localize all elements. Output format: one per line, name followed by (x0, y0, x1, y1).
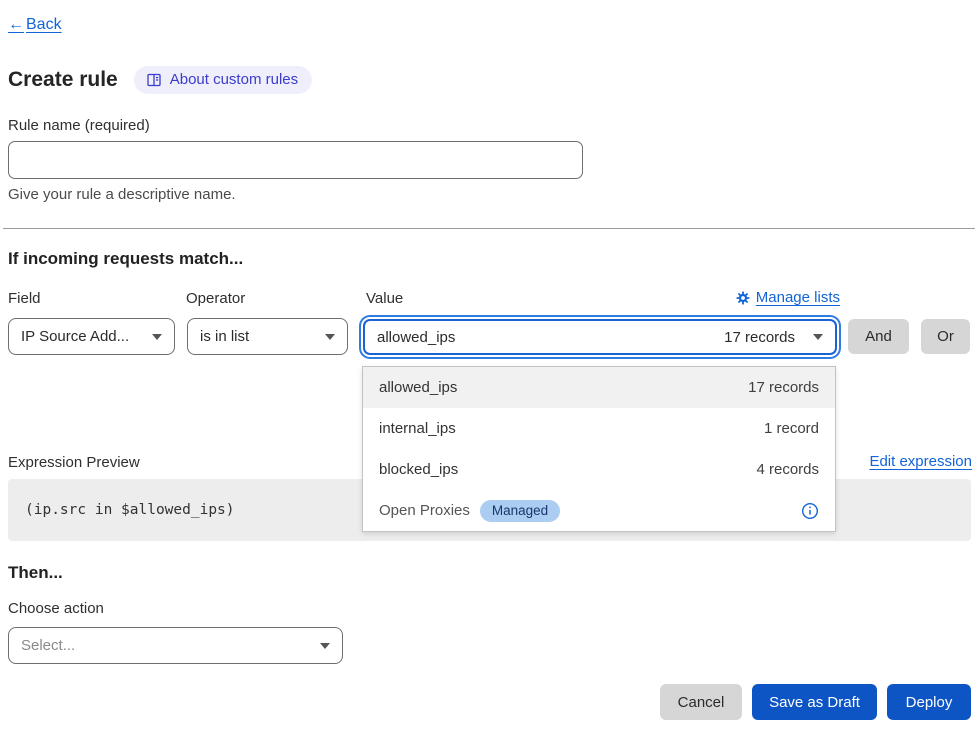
list-option-allowed-ips[interactable]: allowed_ips 17 records (363, 367, 835, 408)
create-rule-page: ← Back Create rule About custom rules Ru… (0, 0, 979, 739)
action-select-placeholder: Select... (21, 637, 75, 654)
back-label: Back (26, 16, 62, 34)
rule-name-label: Rule name (required) (8, 117, 150, 134)
about-custom-rules-link[interactable]: About custom rules (134, 66, 312, 94)
cancel-button[interactable]: Cancel (660, 684, 742, 720)
value-select-value: allowed_ips (377, 329, 455, 346)
value-label: Value (366, 290, 403, 307)
save-as-draft-button[interactable]: Save as Draft (752, 684, 877, 720)
expression-preview-label: Expression Preview (8, 454, 140, 471)
expression-code: (ip.src in $allowed_ips) (25, 502, 235, 518)
section-divider (3, 228, 975, 229)
book-icon (146, 72, 162, 88)
list-option-open-proxies[interactable]: Open Proxies Managed (363, 490, 835, 531)
back-link[interactable]: ← Back (8, 16, 62, 34)
page-title: Create rule (8, 68, 118, 92)
rule-name-helper: Give your rule a descriptive name. (8, 186, 236, 203)
list-option-name: Open Proxies (379, 502, 470, 519)
edit-expression-link[interactable]: Edit expression (869, 453, 972, 470)
action-select[interactable]: Select... (8, 627, 343, 664)
operator-select-value: is in list (200, 328, 249, 345)
match-section-heading: If incoming requests match... (8, 249, 243, 269)
back-arrow-icon: ← (8, 16, 24, 34)
list-option-internal-ips[interactable]: internal_ips 1 record (363, 408, 835, 449)
operator-label: Operator (186, 290, 245, 307)
manage-lists-label: Manage lists (756, 289, 840, 306)
field-select[interactable]: IP Source Add... (8, 318, 175, 355)
title-row: Create rule About custom rules (8, 66, 312, 94)
list-option-name: allowed_ips (379, 379, 457, 396)
deploy-button[interactable]: Deploy (887, 684, 971, 720)
then-section-heading: Then... (8, 563, 63, 583)
and-button[interactable]: And (848, 319, 909, 354)
list-option-name: blocked_ips (379, 461, 458, 478)
manage-lists-link[interactable]: Manage lists (736, 289, 840, 306)
list-option-meta: 4 records (756, 461, 819, 478)
list-option-name: internal_ips (379, 420, 456, 437)
value-select-meta: 17 records (724, 329, 795, 346)
or-button[interactable]: Or (921, 319, 970, 354)
value-select[interactable]: allowed_ips 17 records (363, 319, 837, 355)
gear-icon (736, 291, 750, 305)
managed-badge: Managed (480, 500, 560, 522)
chevron-down-icon (320, 643, 330, 649)
operator-select[interactable]: is in list (187, 318, 348, 355)
chevron-down-icon (152, 334, 162, 340)
value-dropdown-panel: allowed_ips 17 records internal_ips 1 re… (362, 366, 836, 532)
rule-name-input[interactable] (8, 141, 583, 179)
chevron-down-icon (813, 334, 823, 340)
list-option-meta: 1 record (764, 420, 819, 437)
list-option-meta: 17 records (748, 379, 819, 396)
list-option-blocked-ips[interactable]: blocked_ips 4 records (363, 449, 835, 490)
info-icon[interactable] (801, 502, 819, 520)
choose-action-label: Choose action (8, 600, 104, 617)
about-badge-label: About custom rules (170, 71, 298, 88)
field-label: Field (8, 290, 41, 307)
field-select-value: IP Source Add... (21, 328, 129, 345)
chevron-down-icon (325, 334, 335, 340)
